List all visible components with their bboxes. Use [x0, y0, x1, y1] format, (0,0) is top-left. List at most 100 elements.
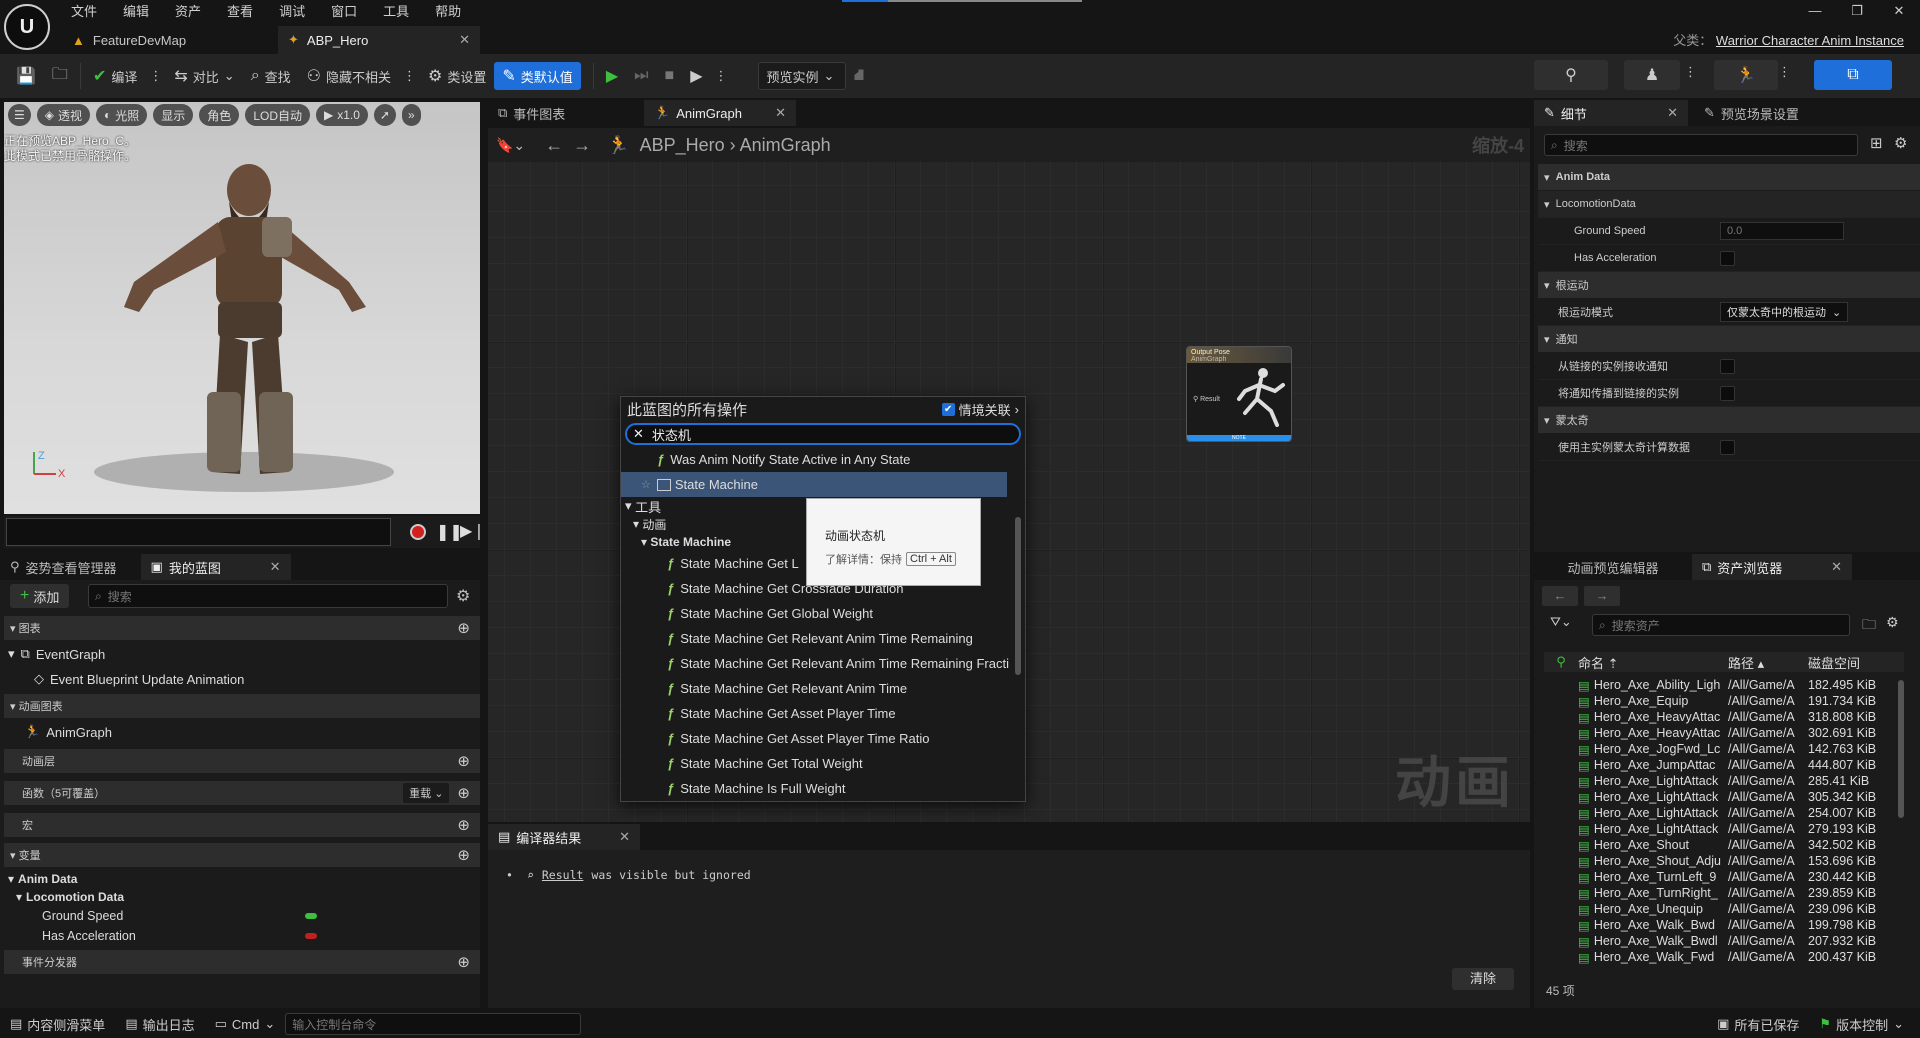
compile-options-button[interactable]: ⋮ — [145, 62, 166, 90]
play-button[interactable]: ▶ — [598, 62, 626, 90]
save-all-button[interactable]: ▣ 所有已保存 — [1707, 1010, 1809, 1038]
menu-tools[interactable]: 工具 — [370, 2, 422, 22]
timeline-scrubber[interactable] — [6, 518, 391, 546]
filter-icon[interactable]: ⛛⌄ — [1550, 614, 1572, 630]
stop-button[interactable]: ■ — [657, 62, 683, 90]
tree-item-anim-data[interactable]: ▾ Anim Data — [8, 872, 77, 886]
table-row[interactable]: ▤ Hero_Axe_TurnLeft_9/All/Game/A 230.442 K… — [1578, 869, 1904, 885]
section-functions[interactable]: 函数（5可覆盖） 重载 ⌄ ⊕ — [4, 781, 480, 805]
column-path[interactable]: 路径 ▴ — [1728, 653, 1808, 672]
menu-view[interactable]: 查看 — [214, 2, 266, 22]
tab-pose-watch[interactable]: ⚲ 姿势查看管理器 — [0, 554, 127, 580]
tab-preview-scene-settings[interactable]: ✎ 预览场景设置 — [1694, 100, 1809, 126]
close-icon[interactable]: ✕ — [1667, 105, 1678, 121]
playback-speed-button[interactable]: ▶ x1.0 — [316, 104, 368, 126]
list-item[interactable]: ƒ State Machine Get Asset Player Time Rat… — [621, 726, 1025, 751]
back-arrow-icon[interactable]: ← — [1542, 586, 1578, 606]
find-button[interactable]: ⌕ 查找 — [243, 62, 299, 90]
output-log-button[interactable]: ▤ 输出日志 — [115, 1010, 204, 1038]
step-forward-icon[interactable]: ▶❘ — [460, 521, 486, 541]
variable-ground-speed[interactable]: Ground Speed — [42, 909, 317, 923]
debug-filter-button[interactable]: ⛘ — [846, 62, 873, 90]
table-row[interactable]: ▤ Hero_Axe_JogFwd_Lc/All/Game/A 142.763 Ki… — [1578, 741, 1904, 757]
show-button[interactable]: 显示 — [153, 104, 194, 126]
column-name[interactable]: 命名 ⇡ — [1578, 653, 1728, 672]
action-menu-scrollbar[interactable] — [1015, 517, 1021, 675]
asset-scrollbar[interactable] — [1898, 680, 1904, 818]
section-macros[interactable]: 宏 ⊕ — [4, 813, 480, 837]
result-link[interactable]: Result — [542, 868, 584, 882]
perspective-button[interactable]: ◈ 透视 — [36, 104, 91, 126]
table-row[interactable]: ▤ Hero_Axe_Walk_Fwd/All/Game/A 200.437 KiB — [1578, 949, 1904, 965]
node-pin-result[interactable]: ⚲ Result — [1193, 395, 1220, 403]
close-window-icon[interactable]: ✕ — [1878, 0, 1920, 22]
forward-arrow-icon[interactable]: → — [573, 135, 591, 156]
select-mode-button[interactable]: ➚ — [373, 104, 396, 126]
context-sensitive-toggle[interactable]: ✔ 情境关联 › — [941, 400, 1019, 419]
table-row[interactable]: ▤ Hero_Axe_Walk_Bwd/All/Game/A 199.798 KiB — [1578, 917, 1904, 933]
receive-notifies-checkbox[interactable] — [1720, 358, 1735, 374]
menu-asset[interactable]: 资产 — [162, 2, 214, 22]
breadcrumb-item[interactable]: ABP_Hero — [640, 135, 725, 155]
back-arrow-icon[interactable]: ← — [545, 135, 563, 156]
table-view-icon[interactable]: ⊞ — [1870, 134, 1883, 152]
tab-anim-preview-editor[interactable]: 动画预览编辑器 — [1534, 554, 1692, 580]
tab-animgraph[interactable]: 🏃 AnimGraph ✕ — [644, 100, 796, 126]
list-item[interactable]: ƒ State Machine Get Global Weight — [621, 601, 1025, 626]
tab-compiler-results[interactable]: ▤ 编译器结果 ✕ — [488, 824, 640, 850]
character-button[interactable]: 角色 — [199, 104, 240, 126]
browse-button[interactable]: 🗀 — [44, 62, 76, 90]
close-icon[interactable]: ✕ — [459, 32, 470, 48]
menu-edit[interactable]: 编辑 — [110, 2, 162, 22]
action-search-input[interactable]: ✕ 状态机 — [625, 423, 1021, 445]
menu-help[interactable]: 帮助 — [422, 2, 474, 22]
content-drawer-button[interactable]: ▤ 内容侧滑菜单 — [0, 1010, 115, 1038]
parent-class-link[interactable]: Warrior Character Anim Instance — [1716, 33, 1904, 48]
pause-icon[interactable]: ❚❚ — [436, 522, 463, 542]
menu-debug[interactable]: 调试 — [266, 2, 318, 22]
close-icon[interactable]: ✕ — [270, 559, 281, 575]
mesh-mode-options[interactable]: ⋮ — [1684, 64, 1697, 80]
skeleton-mode-button[interactable]: ⚲ — [1534, 60, 1608, 90]
class-settings-button[interactable]: ⚙ 类设置 — [420, 62, 494, 90]
tree-item-animgraph[interactable]: 🏃 AnimGraph — [24, 724, 112, 740]
doc-tab-featuredevmap[interactable]: ▲ FeatureDevMap — [62, 26, 276, 54]
category-notifies[interactable]: ▾ 通知 — [1538, 326, 1920, 352]
table-row[interactable]: ▤ Hero_Axe_HeavyAttac/All/Game/A 302.691 K… — [1578, 725, 1904, 741]
hide-unrelated-button[interactable]: ⚇ 隐藏不相关 — [299, 62, 399, 90]
add-button[interactable]: + 添加 — [10, 584, 70, 608]
cmd-dropdown[interactable]: ▭ Cmd ⌄ — [205, 1010, 286, 1038]
menu-file[interactable]: 文件 — [58, 2, 110, 22]
clear-button[interactable]: 清除 — [1452, 968, 1514, 990]
restore-icon[interactable]: ❐ — [1836, 0, 1878, 22]
blueprint-mode-button[interactable]: ⧉ — [1814, 60, 1892, 90]
settings-icon[interactable]: ⚙ — [1894, 134, 1907, 152]
compile-button[interactable]: ✔ 编译 — [85, 62, 145, 90]
add-icon[interactable]: ⊕ — [457, 619, 470, 637]
section-anim-graphs[interactable]: ▾ 动画图表 — [4, 694, 480, 718]
close-icon[interactable]: ✕ — [619, 829, 630, 845]
table-row[interactable]: ▤ Hero_Axe_LightAttack/All/Game/A 279.193 … — [1578, 821, 1904, 837]
tree-item-locomotion-data[interactable]: ▾ Locomotion Data — [16, 890, 124, 904]
list-item[interactable]: ƒ Was Anim Notify State Active in Any Sta… — [621, 447, 1025, 472]
tab-event-graph[interactable]: ⧉ 事件图表 — [488, 100, 638, 126]
table-row[interactable]: ▤ Hero_Axe_LightAttack/All/Game/A 285.41 K… — [1578, 773, 1904, 789]
add-icon[interactable]: ⊕ — [457, 846, 470, 864]
simulate-button[interactable]: ▶ — [682, 62, 710, 90]
add-icon[interactable]: ⊕ — [457, 816, 470, 834]
override-dropdown[interactable]: 重载 ⌄ — [403, 783, 450, 803]
forward-arrow-icon[interactable]: → — [1584, 586, 1620, 606]
column-size[interactable]: 磁盘空间 — [1808, 653, 1898, 672]
list-item[interactable]: ƒ State Machine Get Relevant Anim Time Re… — [621, 651, 1009, 676]
lod-button[interactable]: LOD自动 — [245, 104, 310, 126]
section-event-dispatchers[interactable]: 事件分发器 ⊕ — [4, 950, 480, 974]
table-row[interactable]: ▤ Hero_Axe_HeavyAttac/All/Game/A 318.808 K… — [1578, 709, 1904, 725]
blueprint-search-input[interactable]: ⌕ 搜索 — [88, 584, 448, 608]
mesh-mode-button[interactable]: ♟ — [1624, 60, 1680, 90]
table-row[interactable]: ▤ Hero_Axe_Equip/All/Game/A 191.734 KiB — [1578, 693, 1904, 709]
tab-asset-browser[interactable]: ⧉ 资产浏览器 ✕ — [1692, 554, 1852, 580]
console-input[interactable]: 输入控制台命令 — [285, 1013, 582, 1035]
table-row[interactable]: ▤ Hero_Axe_JumpAttac/All/Game/A 444.807 Ki… — [1578, 757, 1904, 773]
table-row[interactable]: ▤ Hero_Axe_TurnRight_/All/Game/A 239.859 K… — [1578, 885, 1904, 901]
expand-toolbar-button[interactable]: » — [401, 104, 421, 126]
